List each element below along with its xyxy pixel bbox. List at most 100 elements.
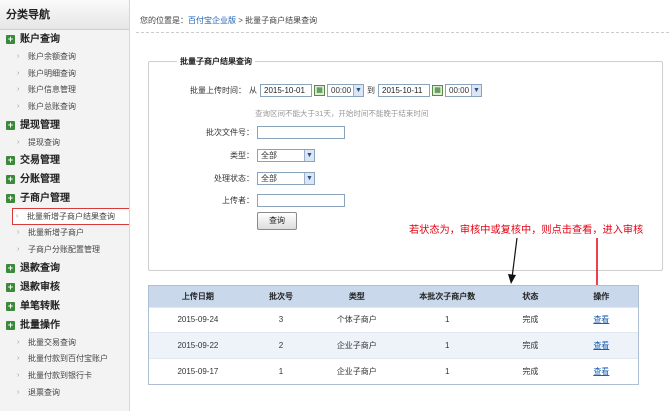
sidebar-item-label: 账户明细查询 bbox=[28, 68, 76, 78]
sidebar-group-label: 分账管理 bbox=[20, 174, 60, 186]
col-status: 状态 bbox=[496, 286, 565, 307]
end-date-input[interactable]: 2015-10-11 bbox=[378, 84, 430, 97]
breadcrumb-home-link[interactable]: 百付宝企业版 bbox=[188, 16, 236, 25]
sidebar-item-label: 批量付款到百付宝账户 bbox=[28, 354, 108, 364]
sidebar-group[interactable]: + 提现管理 bbox=[0, 116, 129, 135]
uploader-input[interactable] bbox=[257, 194, 345, 207]
view-link[interactable]: 查看 bbox=[564, 332, 638, 358]
sidebar-item-label: 批量付款到银行卡 bbox=[28, 370, 92, 380]
cell-batch-no: 1 bbox=[246, 357, 316, 384]
table-header-row: 上传日期 批次号 类型 本批次子商户数 状态 操作 bbox=[149, 286, 638, 307]
chevron-down-icon: ▼ bbox=[471, 85, 481, 96]
start-date-input[interactable]: 2015-10-01 bbox=[260, 84, 312, 97]
chevron-right-icon: › bbox=[17, 69, 20, 77]
expand-plus-icon: + bbox=[6, 155, 15, 166]
col-upload-date: 上传日期 bbox=[149, 286, 247, 307]
sidebar-item[interactable]: › 批量交易查询 bbox=[0, 335, 129, 352]
col-merchant-count: 本批次子商户数 bbox=[398, 286, 497, 307]
table-row: 2015-09-17 1 企业子商户 1 完成 查看 bbox=[149, 357, 638, 384]
chevron-right-icon: › bbox=[17, 338, 20, 346]
chevron-down-icon: ▼ bbox=[353, 85, 363, 96]
cell-status: 完成 bbox=[496, 357, 565, 384]
cell-merchant-count: 1 bbox=[398, 357, 497, 384]
expand-plus-icon: + bbox=[6, 319, 15, 330]
cell-type: 个体子商户 bbox=[315, 306, 399, 333]
sidebar-group[interactable]: + 交易管理 bbox=[0, 151, 129, 170]
sidebar-item[interactable]: › 账户信息管理 bbox=[0, 82, 129, 99]
end-time-select[interactable]: 00:00 ▼ bbox=[445, 84, 482, 97]
sidebar-item[interactable]: › 批量新增子商户 bbox=[0, 225, 129, 242]
sidebar-item[interactable]: › 账户总账查询 bbox=[0, 99, 129, 116]
type-select-value: 全部 bbox=[261, 151, 277, 160]
sidebar-item[interactable]: › 退票查询 bbox=[0, 385, 129, 402]
chevron-right-icon: › bbox=[17, 355, 20, 363]
col-action: 操作 bbox=[564, 286, 638, 307]
batch-file-input[interactable] bbox=[257, 126, 345, 139]
sidebar-group[interactable]: + 退款审核 bbox=[0, 278, 129, 297]
sidebar-item-label: 批量新增子商户 bbox=[28, 228, 84, 238]
results-table: 上传日期 批次号 类型 本批次子商户数 状态 操作 2015-09-24 3 个… bbox=[148, 285, 639, 385]
sidebar-item-label: 批量交易查询 bbox=[28, 337, 76, 347]
sidebar-group[interactable]: + 账户查询 bbox=[0, 30, 129, 49]
expand-plus-icon: + bbox=[6, 300, 15, 311]
chevron-right-icon: › bbox=[17, 138, 20, 146]
upload-time-label: 批量上传时间： bbox=[190, 86, 246, 95]
cell-merchant-count: 1 bbox=[398, 306, 497, 333]
calendar-icon[interactable]: ▦ bbox=[314, 85, 325, 96]
cell-upload-date: 2015-09-24 bbox=[149, 306, 247, 333]
sidebar-item-label: 提现查询 bbox=[28, 137, 60, 147]
type-row: 类型： 全部 ▼ bbox=[149, 149, 315, 162]
chevron-right-icon: › bbox=[17, 103, 20, 111]
expand-plus-icon: + bbox=[6, 34, 15, 44]
type-select[interactable]: 全部 ▼ bbox=[257, 149, 315, 162]
sidebar-group[interactable]: + 批量操作 bbox=[0, 316, 129, 335]
from-label: 从 bbox=[249, 86, 257, 95]
expand-plus-icon: + bbox=[6, 119, 15, 130]
status-select[interactable]: 全部 ▼ bbox=[257, 172, 315, 185]
view-link[interactable]: 查看 bbox=[564, 306, 638, 333]
breadcrumb-divider bbox=[136, 32, 669, 33]
sidebar-group-label: 批量操作 bbox=[20, 319, 60, 331]
breadcrumb-current: 批量子商户结果查询 bbox=[245, 16, 318, 25]
upload-time-row: 批量上传时间： 从 2015-10-01 ▦ 00:00 ▼ 到 2015-10-… bbox=[149, 84, 482, 97]
date-range-hint: 查询区间不能大于31天，开始时间不能晚于结束时间 bbox=[255, 109, 429, 118]
query-button[interactable]: 查询 bbox=[257, 212, 297, 230]
sidebar-item-label: 账户余额查询 bbox=[28, 52, 76, 61]
view-link[interactable]: 查看 bbox=[564, 357, 638, 384]
batch-file-label: 批次文件号： bbox=[206, 128, 254, 137]
sidebar-group[interactable]: + 子商户管理 bbox=[0, 189, 129, 208]
sidebar-item[interactable]: › 子商户分账配置管理 bbox=[0, 242, 129, 259]
breadcrumb: 您的位置是：百付宝企业版 > 批量子商户结果查询 bbox=[140, 15, 317, 26]
status-label: 处理状态： bbox=[214, 174, 254, 183]
expand-plus-icon: + bbox=[6, 281, 15, 292]
table-row: 2015-09-24 3 个体子商户 1 完成 查看 bbox=[149, 306, 638, 333]
sidebar-item-label: 子商户分账配置管理 bbox=[28, 244, 100, 254]
query-panel-title: 批量子商户结果查询 bbox=[177, 56, 255, 67]
sidebar-group-label: 退款查询 bbox=[20, 262, 60, 274]
sidebar-item[interactable]: › 账户余额查询 bbox=[0, 49, 129, 66]
to-label: 到 bbox=[367, 86, 375, 95]
sidebar-group[interactable]: + 退款查询 bbox=[0, 259, 129, 278]
sidebar-group-label: 提现管理 bbox=[20, 119, 60, 131]
start-time-select[interactable]: 00:00 ▼ bbox=[327, 84, 364, 97]
sidebar-group[interactable]: + 单笔转账 bbox=[0, 297, 129, 316]
sidebar-item[interactable]: › 批量付款到百付宝账户 bbox=[0, 351, 129, 368]
type-label: 类型： bbox=[230, 151, 254, 160]
cell-type: 企业子商户 bbox=[315, 357, 399, 384]
expand-plus-icon: + bbox=[6, 174, 15, 185]
sidebar-item[interactable]: › 批量新增子商户结果查询 bbox=[12, 208, 129, 226]
arrow-to-status-line bbox=[511, 237, 518, 279]
sidebar-item[interactable]: › 批量付款到银行卡 bbox=[0, 368, 129, 385]
sidebar-group[interactable]: + 分账管理 bbox=[0, 170, 129, 189]
sidebar-group-label: 交易管理 bbox=[20, 155, 60, 167]
sidebar-item[interactable]: › 提现查询 bbox=[0, 135, 129, 152]
cell-batch-no: 2 bbox=[246, 332, 316, 358]
sidebar-item-label: 退票查询 bbox=[28, 387, 60, 397]
cell-upload-date: 2015-09-17 bbox=[149, 357, 247, 384]
sidebar-item[interactable]: › 账户明细查询 bbox=[0, 66, 129, 83]
col-batch-no: 批次号 bbox=[246, 286, 316, 307]
chevron-down-icon: ▼ bbox=[304, 173, 314, 184]
status-select-value: 全部 bbox=[261, 174, 277, 183]
batch-file-row: 批次文件号： bbox=[149, 126, 345, 139]
calendar-icon[interactable]: ▦ bbox=[432, 85, 443, 96]
